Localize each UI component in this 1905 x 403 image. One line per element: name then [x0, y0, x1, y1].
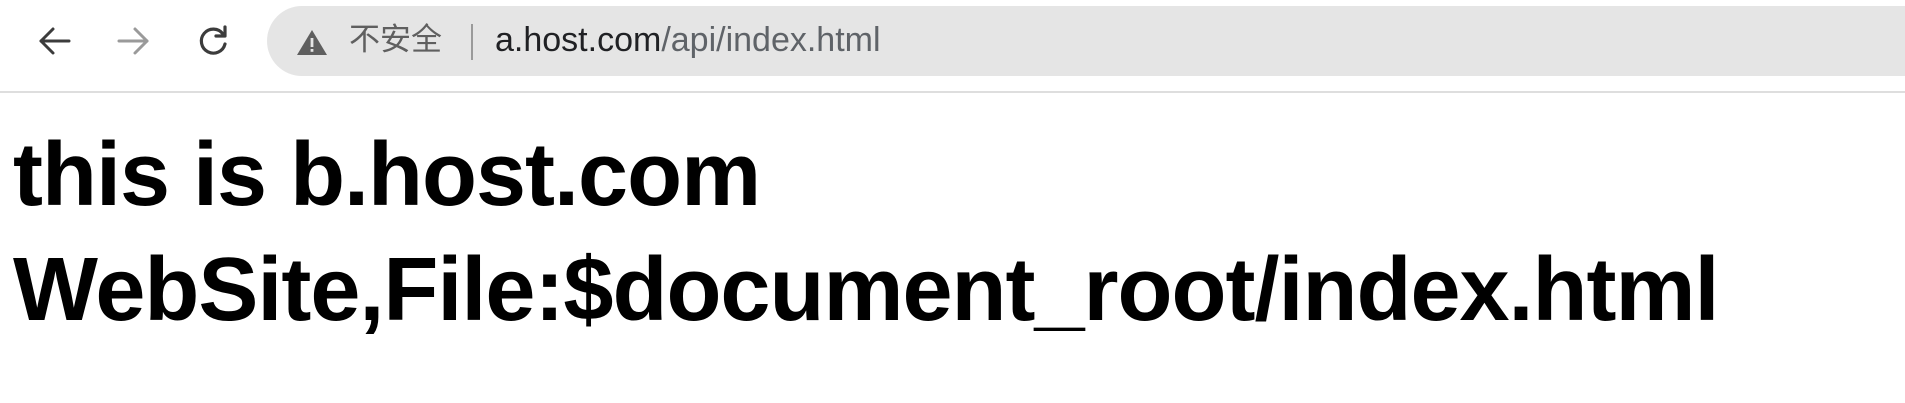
url-text[interactable]: a.host.com/api/index.html — [495, 20, 881, 60]
back-arrow-icon — [39, 27, 71, 55]
forward-button[interactable] — [110, 18, 156, 64]
page-heading: this is b.host.com WebSite,File:$documen… — [13, 125, 1720, 340]
security-status-label[interactable]: 不安全 — [349, 20, 442, 60]
address-bar-divider — [471, 24, 473, 60]
url-path: /api/index.html — [661, 21, 881, 59]
address-bar[interactable]: 不安全 a.host.com/api/index.html — [267, 6, 1905, 76]
warning-triangle-icon[interactable] — [296, 28, 328, 56]
browser-toolbar: 不安全 a.host.com/api/index.html — [0, 0, 1905, 93]
url-host: a.host.com — [495, 21, 662, 59]
forward-arrow-icon — [117, 27, 149, 55]
back-button[interactable] — [32, 18, 78, 64]
reload-button[interactable] — [190, 18, 236, 64]
reload-icon — [199, 25, 227, 55]
page-content: this is b.host.com WebSite,File:$documen… — [13, 118, 1893, 348]
